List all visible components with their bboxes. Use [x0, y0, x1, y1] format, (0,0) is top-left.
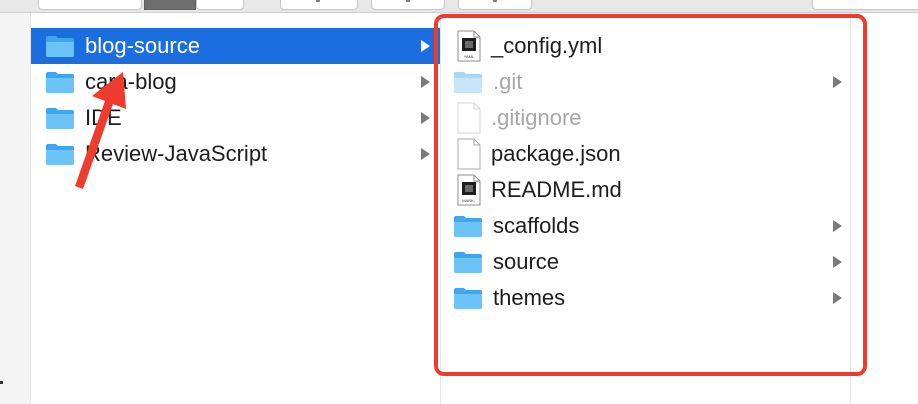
toolbar-column-view-button[interactable] — [144, 0, 196, 10]
chevron-right-icon — [421, 112, 430, 124]
column1-item-label: Review-JavaScript — [85, 141, 268, 166]
sidebar-marker — [0, 381, 3, 384]
toolbar-arrange-button[interactable] — [280, 0, 358, 10]
toolbar-view-button-1[interactable] — [38, 0, 142, 10]
gear-icon — [406, 0, 410, 2]
column1-item-label: IDE — [85, 105, 122, 130]
column1-item-blog-source[interactable]: blog-source — [31, 28, 440, 64]
toolbar-search-field[interactable] — [812, 0, 918, 10]
chevron-right-icon — [421, 76, 430, 88]
toolbar-view-button-3[interactable] — [196, 0, 244, 10]
folder-icon — [46, 144, 74, 165]
folder-icon — [46, 72, 74, 93]
column1-item-label: blog-source — [85, 33, 200, 58]
toolbar-share-button[interactable] — [458, 0, 532, 10]
finder-toolbar — [0, 0, 918, 13]
sidebar — [0, 13, 31, 404]
column1-item-review-javascript[interactable]: Review-JavaScript — [31, 136, 440, 172]
column1-item-cara-blog[interactable]: cara-blog — [31, 64, 440, 100]
folder-icon — [46, 36, 74, 57]
chevron-right-icon — [421, 148, 430, 160]
folder-icon — [46, 108, 74, 129]
browser-column-1[interactable]: blog-source cara-blog IDE Review-JavaScr… — [31, 13, 441, 404]
toolbar-arrange-icon — [316, 0, 320, 2]
chevron-right-icon — [421, 40, 430, 52]
share-icon — [493, 0, 497, 2]
column1-item-label: cara-blog — [85, 69, 177, 94]
annotation-highlight-box — [434, 14, 867, 376]
toolbar-action-button[interactable] — [371, 0, 445, 10]
column1-item-ide[interactable]: IDE — [31, 100, 440, 136]
